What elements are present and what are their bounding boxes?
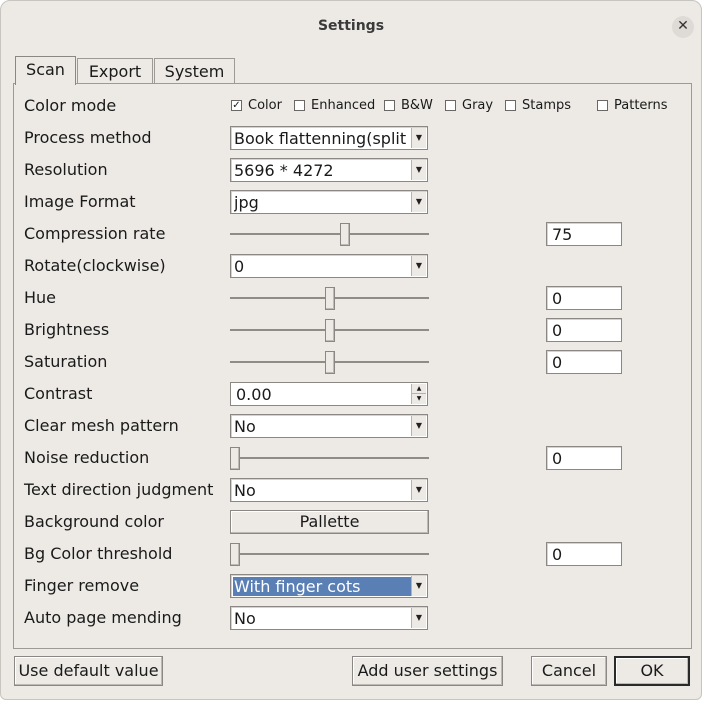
slider-handle[interactable] xyxy=(230,543,240,566)
brightness-slider[interactable] xyxy=(230,318,429,342)
add-user-settings-button[interactable]: Add user settings xyxy=(352,656,503,686)
saturation-field[interactable]: 0 xyxy=(546,350,622,374)
chevron-down-icon: ▼ xyxy=(411,480,426,500)
hue-field[interactable]: 0 xyxy=(546,286,622,310)
title-bar[interactable]: Settings ✕ xyxy=(1,1,701,53)
auto-page-mending-combo[interactable]: No ▼ xyxy=(230,606,428,630)
ok-button[interactable]: OK xyxy=(614,656,690,686)
enhanced-checkbox[interactable]: Enhanced xyxy=(294,99,375,113)
hue-slider[interactable] xyxy=(230,286,429,310)
bw-checkbox[interactable]: B&W xyxy=(384,99,433,113)
resolution-combo[interactable]: 5696 * 4272 ▼ xyxy=(230,158,428,182)
saturation-slider[interactable] xyxy=(230,350,429,374)
text-direction-combo[interactable]: No ▼ xyxy=(230,478,428,502)
chevron-down-icon: ▼ xyxy=(411,608,426,628)
stamps-checkbox[interactable]: Stamps xyxy=(505,99,571,113)
compression-rate-field[interactable]: 75 xyxy=(546,222,622,246)
finger-remove-label: Finger remove xyxy=(24,576,140,595)
check-icon: ✓ xyxy=(231,100,242,111)
rotate-combo[interactable]: 0 ▼ xyxy=(230,254,428,278)
close-icon: ✕ xyxy=(677,18,689,34)
contrast-spinbox[interactable]: 0.00 ▲ ▼ xyxy=(230,382,428,406)
chevron-down-icon: ▼ xyxy=(411,256,426,276)
slider-handle[interactable] xyxy=(340,223,350,246)
chevron-down-icon: ▼ xyxy=(411,576,426,596)
contrast-label: Contrast xyxy=(24,384,93,403)
process-method-label: Process method xyxy=(24,128,152,147)
image-format-combo[interactable]: jpg ▼ xyxy=(230,190,428,214)
text-direction-label: Text direction judgment xyxy=(24,480,214,499)
compression-rate-label: Compression rate xyxy=(24,224,166,243)
auto-page-mending-label: Auto page mending xyxy=(24,608,182,627)
bg-threshold-field[interactable]: 0 xyxy=(546,542,622,566)
pallette-button[interactable]: Pallette xyxy=(230,510,429,534)
compression-rate-slider[interactable] xyxy=(230,222,429,246)
window-title: Settings xyxy=(317,18,385,34)
spin-up-icon[interactable]: ▲ xyxy=(411,384,426,394)
chevron-down-icon: ▼ xyxy=(411,192,426,212)
slider-handle[interactable] xyxy=(325,319,335,342)
process-method-combo[interactable]: Book flattenning(split ▼ xyxy=(230,126,428,150)
image-format-label: Image Format xyxy=(24,192,136,211)
finger-remove-combo[interactable]: With finger cots ▼ xyxy=(230,574,428,598)
gray-checkbox[interactable]: Gray xyxy=(445,99,493,113)
brightness-label: Brightness xyxy=(24,320,110,339)
use-default-button[interactable]: Use default value xyxy=(14,656,163,686)
color-mode-label: Color mode xyxy=(24,96,117,115)
clear-mesh-combo[interactable]: No ▼ xyxy=(230,414,428,438)
chevron-down-icon: ▼ xyxy=(411,416,426,436)
close-button[interactable]: ✕ xyxy=(672,16,694,38)
chevron-down-icon: ▼ xyxy=(411,160,426,180)
patterns-checkbox[interactable]: Patterns xyxy=(597,99,668,113)
chevron-down-icon: ▼ xyxy=(411,128,426,148)
tab-export[interactable]: Export xyxy=(77,58,153,84)
noise-reduction-field[interactable]: 0 xyxy=(546,446,622,470)
clear-mesh-label: Clear mesh pattern xyxy=(24,416,179,435)
settings-dialog: Settings ✕ Scan Export System Color mode… xyxy=(0,0,702,700)
resolution-label: Resolution xyxy=(24,160,108,179)
spin-down-icon[interactable]: ▼ xyxy=(411,394,426,404)
noise-reduction-label: Noise reduction xyxy=(24,448,150,467)
brightness-field[interactable]: 0 xyxy=(546,318,622,342)
slider-handle[interactable] xyxy=(230,447,240,470)
slider-handle[interactable] xyxy=(325,287,335,310)
saturation-label: Saturation xyxy=(24,352,108,371)
rotate-label: Rotate(clockwise) xyxy=(24,256,166,275)
cancel-button[interactable]: Cancel xyxy=(531,656,607,686)
noise-reduction-slider[interactable] xyxy=(230,446,429,470)
slider-handle[interactable] xyxy=(325,351,335,374)
color-checkbox[interactable]: ✓ Color xyxy=(231,99,282,113)
hue-label: Hue xyxy=(24,288,57,307)
tab-scan[interactable]: Scan xyxy=(15,56,76,85)
tab-system[interactable]: System xyxy=(154,58,235,84)
bg-threshold-slider[interactable] xyxy=(230,542,429,566)
bg-threshold-label: Bg Color threshold xyxy=(24,544,173,563)
background-color-label: Background color xyxy=(24,512,164,531)
